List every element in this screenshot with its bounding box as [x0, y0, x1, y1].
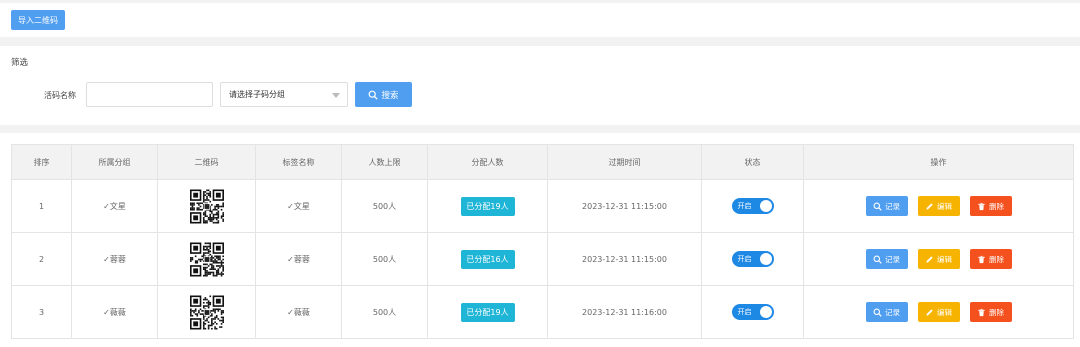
cell-tag: ✓薇薇 [255, 285, 342, 339]
delete-label: 删除 [989, 307, 1004, 317]
cell-order: 3 [11, 285, 72, 339]
search-icon [873, 202, 882, 211]
assigned-badge[interactable]: 已分配16人 [460, 249, 515, 269]
cell-group: ✓蓉蓉 [71, 232, 158, 286]
cell-group: ✓文星 [71, 179, 158, 233]
cell-tag: ✓文星 [255, 179, 342, 233]
cell-status: 开启 [701, 179, 804, 233]
record-label: 记录 [885, 307, 900, 317]
cell-order: 2 [11, 232, 72, 286]
status-toggle[interactable]: 开启 [731, 198, 774, 214]
cell-status: 开启 [701, 232, 804, 286]
cell-limit: 500人 [341, 179, 428, 233]
record-button[interactable]: 记录 [865, 196, 908, 216]
search-icon [369, 90, 379, 100]
import-qrcode-button[interactable]: 导入二维码 [11, 10, 65, 30]
cell-expire: 2023-12-31 11:15:00 [547, 232, 702, 286]
delete-label: 删除 [989, 254, 1004, 264]
header-group: 所属分组 [71, 144, 158, 180]
record-button[interactable]: 记录 [865, 249, 908, 269]
cell-qrcode [157, 285, 256, 339]
cell-limit: 500人 [341, 285, 428, 339]
header-limit: 人数上限 [341, 144, 428, 180]
cell-status: 开启 [701, 285, 804, 339]
delete-label: 删除 [989, 201, 1004, 211]
table-header-row: 排序 所属分组 二维码 标签名称 人数上限 分配人数 过期时间 状态 操作 [11, 144, 1074, 180]
caret-down-icon [332, 93, 340, 98]
header-assigned: 分配人数 [427, 144, 548, 180]
cell-group: ✓薇薇 [71, 285, 158, 339]
group-select[interactable]: 请选择子码分组 [220, 82, 348, 107]
pencil-icon [926, 202, 933, 210]
status-toggle[interactable]: 开启 [731, 251, 774, 267]
cell-qrcode [157, 232, 256, 286]
pencil-icon [926, 255, 933, 263]
table-row: 3 ✓薇薇 ✓薇薇 500人 已分配19人 2023-12-31 11:16:0… [11, 285, 1074, 339]
qrcode-image[interactable] [189, 294, 224, 331]
filter-panel: 筛选 活码名称 请选择子码分组 搜索 [0, 46, 1080, 125]
header-order: 排序 [11, 144, 72, 180]
status-toggle-label: 开启 [737, 202, 752, 210]
assigned-badge[interactable]: 已分配19人 [460, 302, 515, 322]
cell-expire: 2023-12-31 11:16:00 [547, 285, 702, 339]
cell-qrcode [157, 179, 256, 233]
record-button[interactable]: 记录 [865, 302, 908, 322]
record-label: 记录 [885, 254, 900, 264]
header-qrcode: 二维码 [157, 144, 256, 180]
trash-icon [978, 202, 985, 210]
cell-assigned: 已分配16人 [427, 232, 548, 286]
edit-label: 编辑 [937, 201, 952, 211]
search-icon [873, 308, 882, 317]
delete-button[interactable]: 删除 [969, 196, 1012, 216]
delete-button[interactable]: 删除 [969, 302, 1012, 322]
edit-button[interactable]: 编辑 [917, 196, 960, 216]
status-toggle[interactable]: 开启 [731, 304, 774, 320]
trash-icon [978, 255, 985, 263]
toggle-knob [759, 253, 772, 265]
cell-limit: 500人 [341, 232, 428, 286]
edit-button[interactable]: 编辑 [917, 302, 960, 322]
table-row: 2 ✓蓉蓉 ✓蓉蓉 500人 已分配16人 2023-12-31 11:15:0… [11, 232, 1074, 286]
cell-actions: 记录 编辑 删除 [803, 232, 1074, 286]
toggle-knob [759, 200, 772, 212]
cell-tag: ✓蓉蓉 [255, 232, 342, 286]
pencil-icon [926, 308, 933, 316]
qrcode-table: 排序 所属分组 二维码 标签名称 人数上限 分配人数 过期时间 状态 操作 1 … [11, 144, 1074, 339]
trash-icon [978, 308, 985, 316]
toolbar-panel: 导入二维码 [0, 3, 1080, 37]
table-panel: 排序 所属分组 二维码 标签名称 人数上限 分配人数 过期时间 状态 操作 1 … [0, 133, 1080, 347]
name-input[interactable] [86, 82, 213, 107]
header-expire: 过期时间 [547, 144, 702, 180]
qrcode-image[interactable] [189, 241, 224, 278]
cell-actions: 记录 编辑 删除 [803, 285, 1074, 339]
qrcode-image[interactable] [189, 188, 224, 225]
edit-label: 编辑 [937, 307, 952, 317]
header-actions: 操作 [803, 144, 1074, 180]
group-select-placeholder: 请选择子码分组 [229, 90, 285, 99]
status-toggle-label: 开启 [737, 255, 752, 263]
cell-actions: 记录 编辑 删除 [803, 179, 1074, 233]
name-label: 活码名称 [44, 91, 76, 100]
filter-title: 筛选 [11, 58, 29, 68]
search-icon [873, 255, 882, 264]
edit-label: 编辑 [937, 254, 952, 264]
search-button-label: 搜索 [381, 90, 399, 101]
table-row: 1 ✓文星 ✓文星 500人 已分配19人 2023-12-31 11:15:0… [11, 179, 1074, 233]
record-label: 记录 [885, 201, 900, 211]
header-tag: 标签名称 [255, 144, 342, 180]
cell-assigned: 已分配19人 [427, 179, 548, 233]
delete-button[interactable]: 删除 [969, 249, 1012, 269]
cell-assigned: 已分配19人 [427, 285, 548, 339]
search-button[interactable]: 搜索 [355, 82, 412, 107]
toggle-knob [759, 306, 772, 318]
cell-order: 1 [11, 179, 72, 233]
assigned-badge[interactable]: 已分配19人 [460, 196, 515, 216]
status-toggle-label: 开启 [737, 308, 752, 316]
edit-button[interactable]: 编辑 [917, 249, 960, 269]
cell-expire: 2023-12-31 11:15:00 [547, 179, 702, 233]
header-status: 状态 [701, 144, 804, 180]
